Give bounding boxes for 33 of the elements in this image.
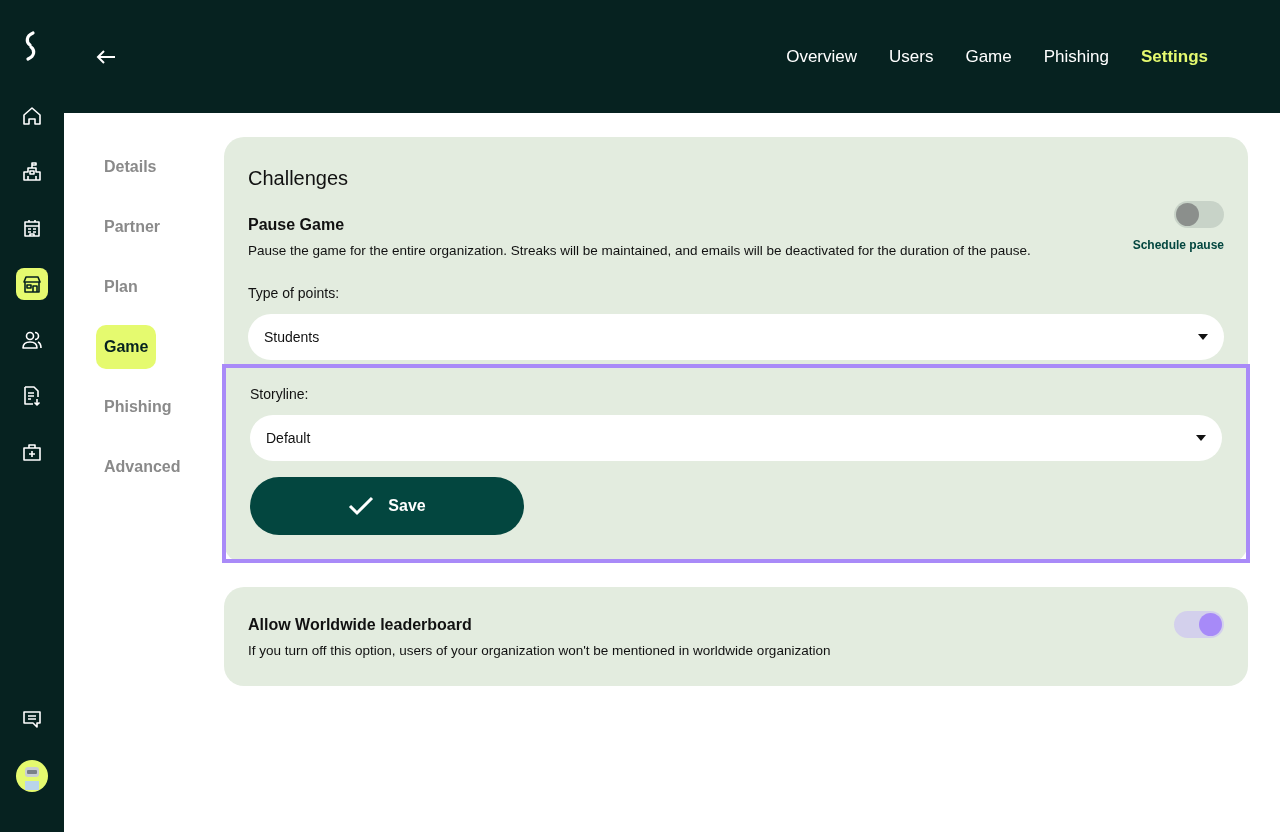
setting-title: Pause Game: [248, 215, 346, 235]
nav-tab[interactable]: Settings: [1140, 43, 1208, 70]
robot-avatar-icon[interactable]: [16, 760, 48, 792]
medical-kit-icon: [21, 441, 43, 463]
checkmark-icon: [348, 496, 375, 517]
setting-title: Allow Worldwide leaderboard: [248, 615, 473, 636]
setting-description: Pause the game for the entire organization. Streaks will be maintained, and emails will be deactivated for the duration of the pause.: [248, 242, 1032, 260]
settings-menu-item[interactable]: Game: [96, 325, 157, 369]
store-icon: [21, 273, 43, 295]
document-download-icon: [21, 385, 43, 407]
field-label: Storyline:: [250, 385, 310, 405]
sidebar-nav-button[interactable]: [16, 268, 48, 300]
nav-tab[interactable]: Users: [889, 43, 934, 70]
dropdown[interactable]: Default: [250, 415, 1222, 462]
nav-tab[interactable]: Phishing: [1043, 43, 1109, 70]
field-label: Type of points:: [248, 284, 341, 304]
dropdown[interactable]: Students: [248, 314, 1224, 361]
setting-description: If you turn off this option, users of your organization won't be mentioned in worldwide organization: [248, 642, 832, 661]
toggle-switch[interactable]: [1174, 201, 1224, 228]
schedule-pause-link[interactable]: Schedule pause: [1132, 236, 1224, 254]
users-icon: [21, 329, 43, 351]
building-icon: [21, 217, 43, 239]
caret-icon: [1198, 334, 1208, 341]
back-arrow-icon[interactable]: [96, 49, 116, 64]
nav-tab[interactable]: Overview: [786, 43, 857, 70]
caret-icon: [1196, 435, 1206, 442]
school-building-icon: [21, 161, 43, 183]
save-button[interactable]: Save: [250, 477, 524, 536]
toggle-switch[interactable]: [1174, 611, 1224, 639]
nav-tab[interactable]: Game: [965, 43, 1012, 70]
message-icon[interactable]: [21, 708, 43, 730]
home-icon: [21, 105, 43, 127]
section-title: Challenges: [248, 166, 350, 191]
